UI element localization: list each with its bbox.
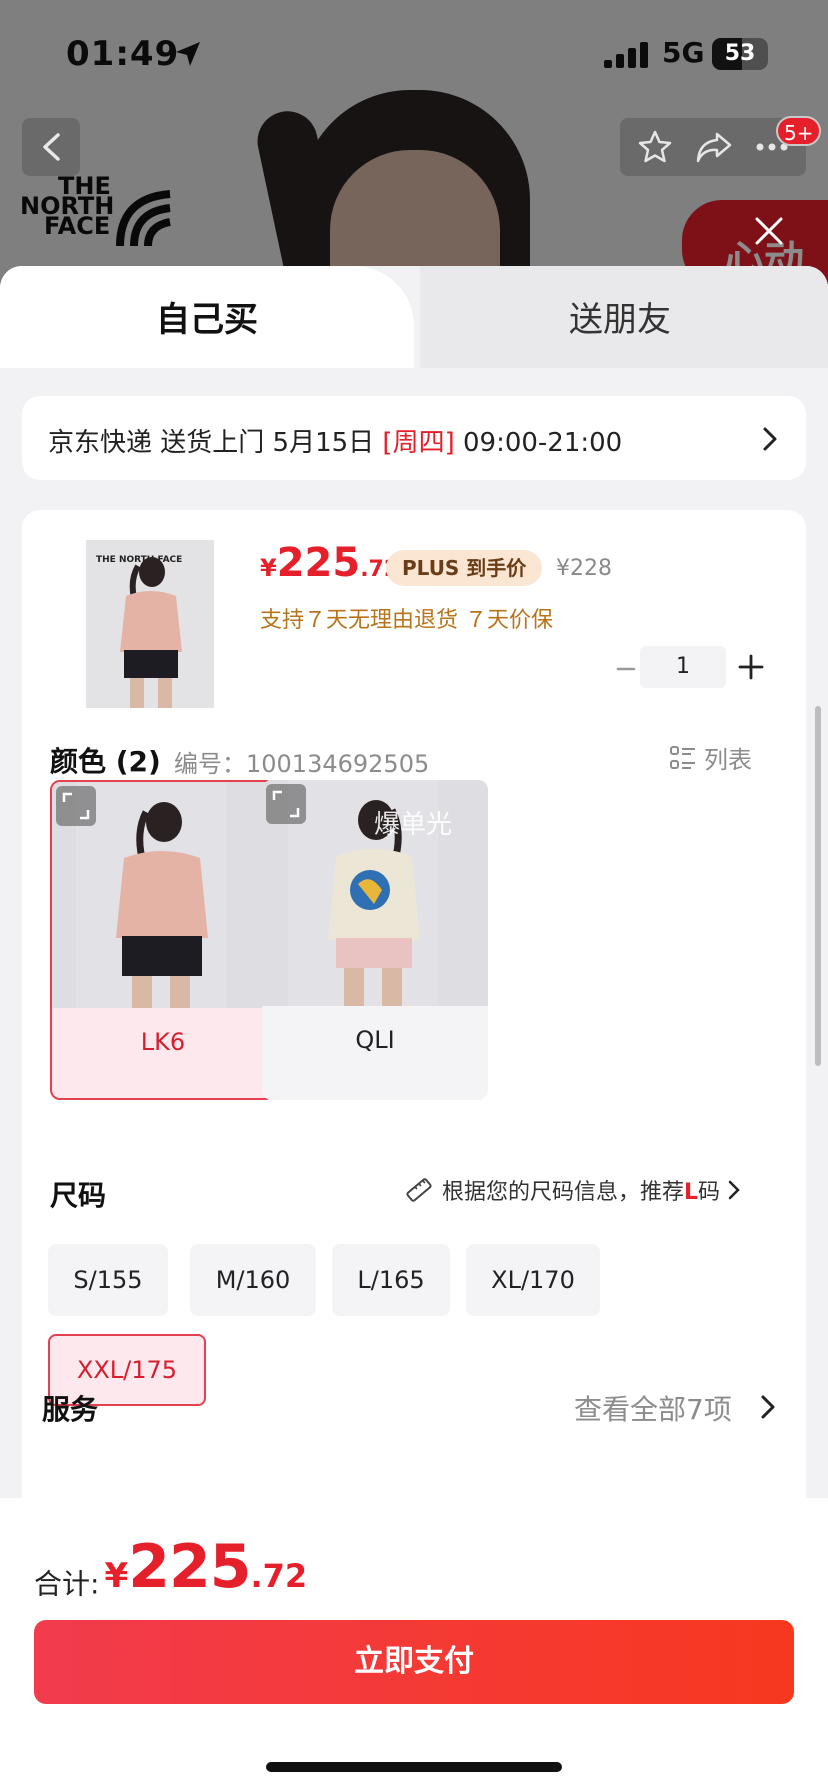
- size-option-m[interactable]: M/160: [190, 1244, 316, 1316]
- scrollbar[interactable]: [815, 706, 821, 1066]
- status-time: 01:49: [66, 34, 180, 74]
- color-option-lk6[interactable]: LK6: [50, 780, 276, 1100]
- size-option-xl[interactable]: XL/170: [466, 1244, 600, 1316]
- size-option-l[interactable]: L/165: [332, 1244, 450, 1316]
- color-option-label: QLI: [355, 1026, 395, 1054]
- svg-text:THE NORTH FACE: THE NORTH FACE: [96, 555, 182, 565]
- size-section-title: 尺码: [50, 1179, 107, 1212]
- share-icon[interactable]: [695, 130, 733, 164]
- back-button[interactable]: [22, 118, 80, 176]
- tab-buy-self[interactable]: 自己买: [0, 266, 414, 368]
- chevron-right-icon: [728, 1180, 740, 1200]
- list-view-toggle[interactable]: 列表: [670, 740, 752, 775]
- close-icon[interactable]: [752, 214, 786, 248]
- checkout-footer: 合计: ¥225.72 立即支付: [0, 1498, 828, 1792]
- quantity-increase-button[interactable]: [734, 650, 768, 684]
- location-arrow-icon: [176, 42, 200, 66]
- plus-price-badge: PLUS 到手价: [386, 550, 543, 586]
- color-option-label: LK6: [140, 1028, 186, 1056]
- total-price: 合计: ¥225.72: [34, 1532, 308, 1602]
- star-icon[interactable]: [637, 129, 673, 165]
- sku-number: 编号：100134692505: [174, 750, 430, 778]
- service-section-title: 服务: [42, 1393, 99, 1426]
- signal-icon: [604, 42, 648, 68]
- expand-icon[interactable]: [56, 786, 96, 826]
- chevron-right-icon[interactable]: [760, 1394, 776, 1420]
- chevron-right-icon: [763, 427, 777, 451]
- guarantee-text: 支持７天无理由退货 ７天价保: [260, 608, 553, 633]
- status-bar: 01:49 5G 53: [0, 0, 828, 100]
- product-image: THE NORTH FACE: [86, 540, 214, 708]
- size-option-s[interactable]: S/155: [48, 1244, 168, 1316]
- list-icon: [670, 745, 695, 769]
- purchase-tabs: 送朋友 自己买: [0, 266, 828, 368]
- service-view-all[interactable]: 查看全部7项: [574, 1388, 732, 1428]
- delivery-text: 京东快递 送货上门 5月15日 [周四] 09:00-21:00: [48, 428, 623, 458]
- color-section-title: 颜色 (2): [50, 745, 161, 778]
- quantity-input[interactable]: 1: [640, 646, 726, 688]
- expand-icon[interactable]: [266, 784, 306, 824]
- tab-gift-friend[interactable]: 送朋友: [420, 266, 828, 368]
- size-recommendation[interactable]: 根据您的尺码信息，推荐L码: [404, 1174, 740, 1206]
- ruler-icon: [406, 1178, 432, 1202]
- product-price: ¥225.72: [260, 540, 400, 586]
- delivery-info[interactable]: 京东快递 送货上门 5月15日 [周四] 09:00-21:00: [22, 396, 806, 480]
- more-badge: 5+: [776, 116, 822, 146]
- image-watermark: 爆单光: [374, 810, 453, 840]
- home-indicator: [266, 1762, 562, 1772]
- chevron-left-icon: [43, 133, 60, 161]
- original-price: ¥228: [556, 556, 612, 581]
- network-type: 5G: [662, 36, 705, 69]
- product-thumbnail: THE NORTH FACE: [86, 540, 214, 708]
- battery-icon: 53: [712, 38, 768, 70]
- pay-now-button[interactable]: 立即支付: [34, 1620, 794, 1704]
